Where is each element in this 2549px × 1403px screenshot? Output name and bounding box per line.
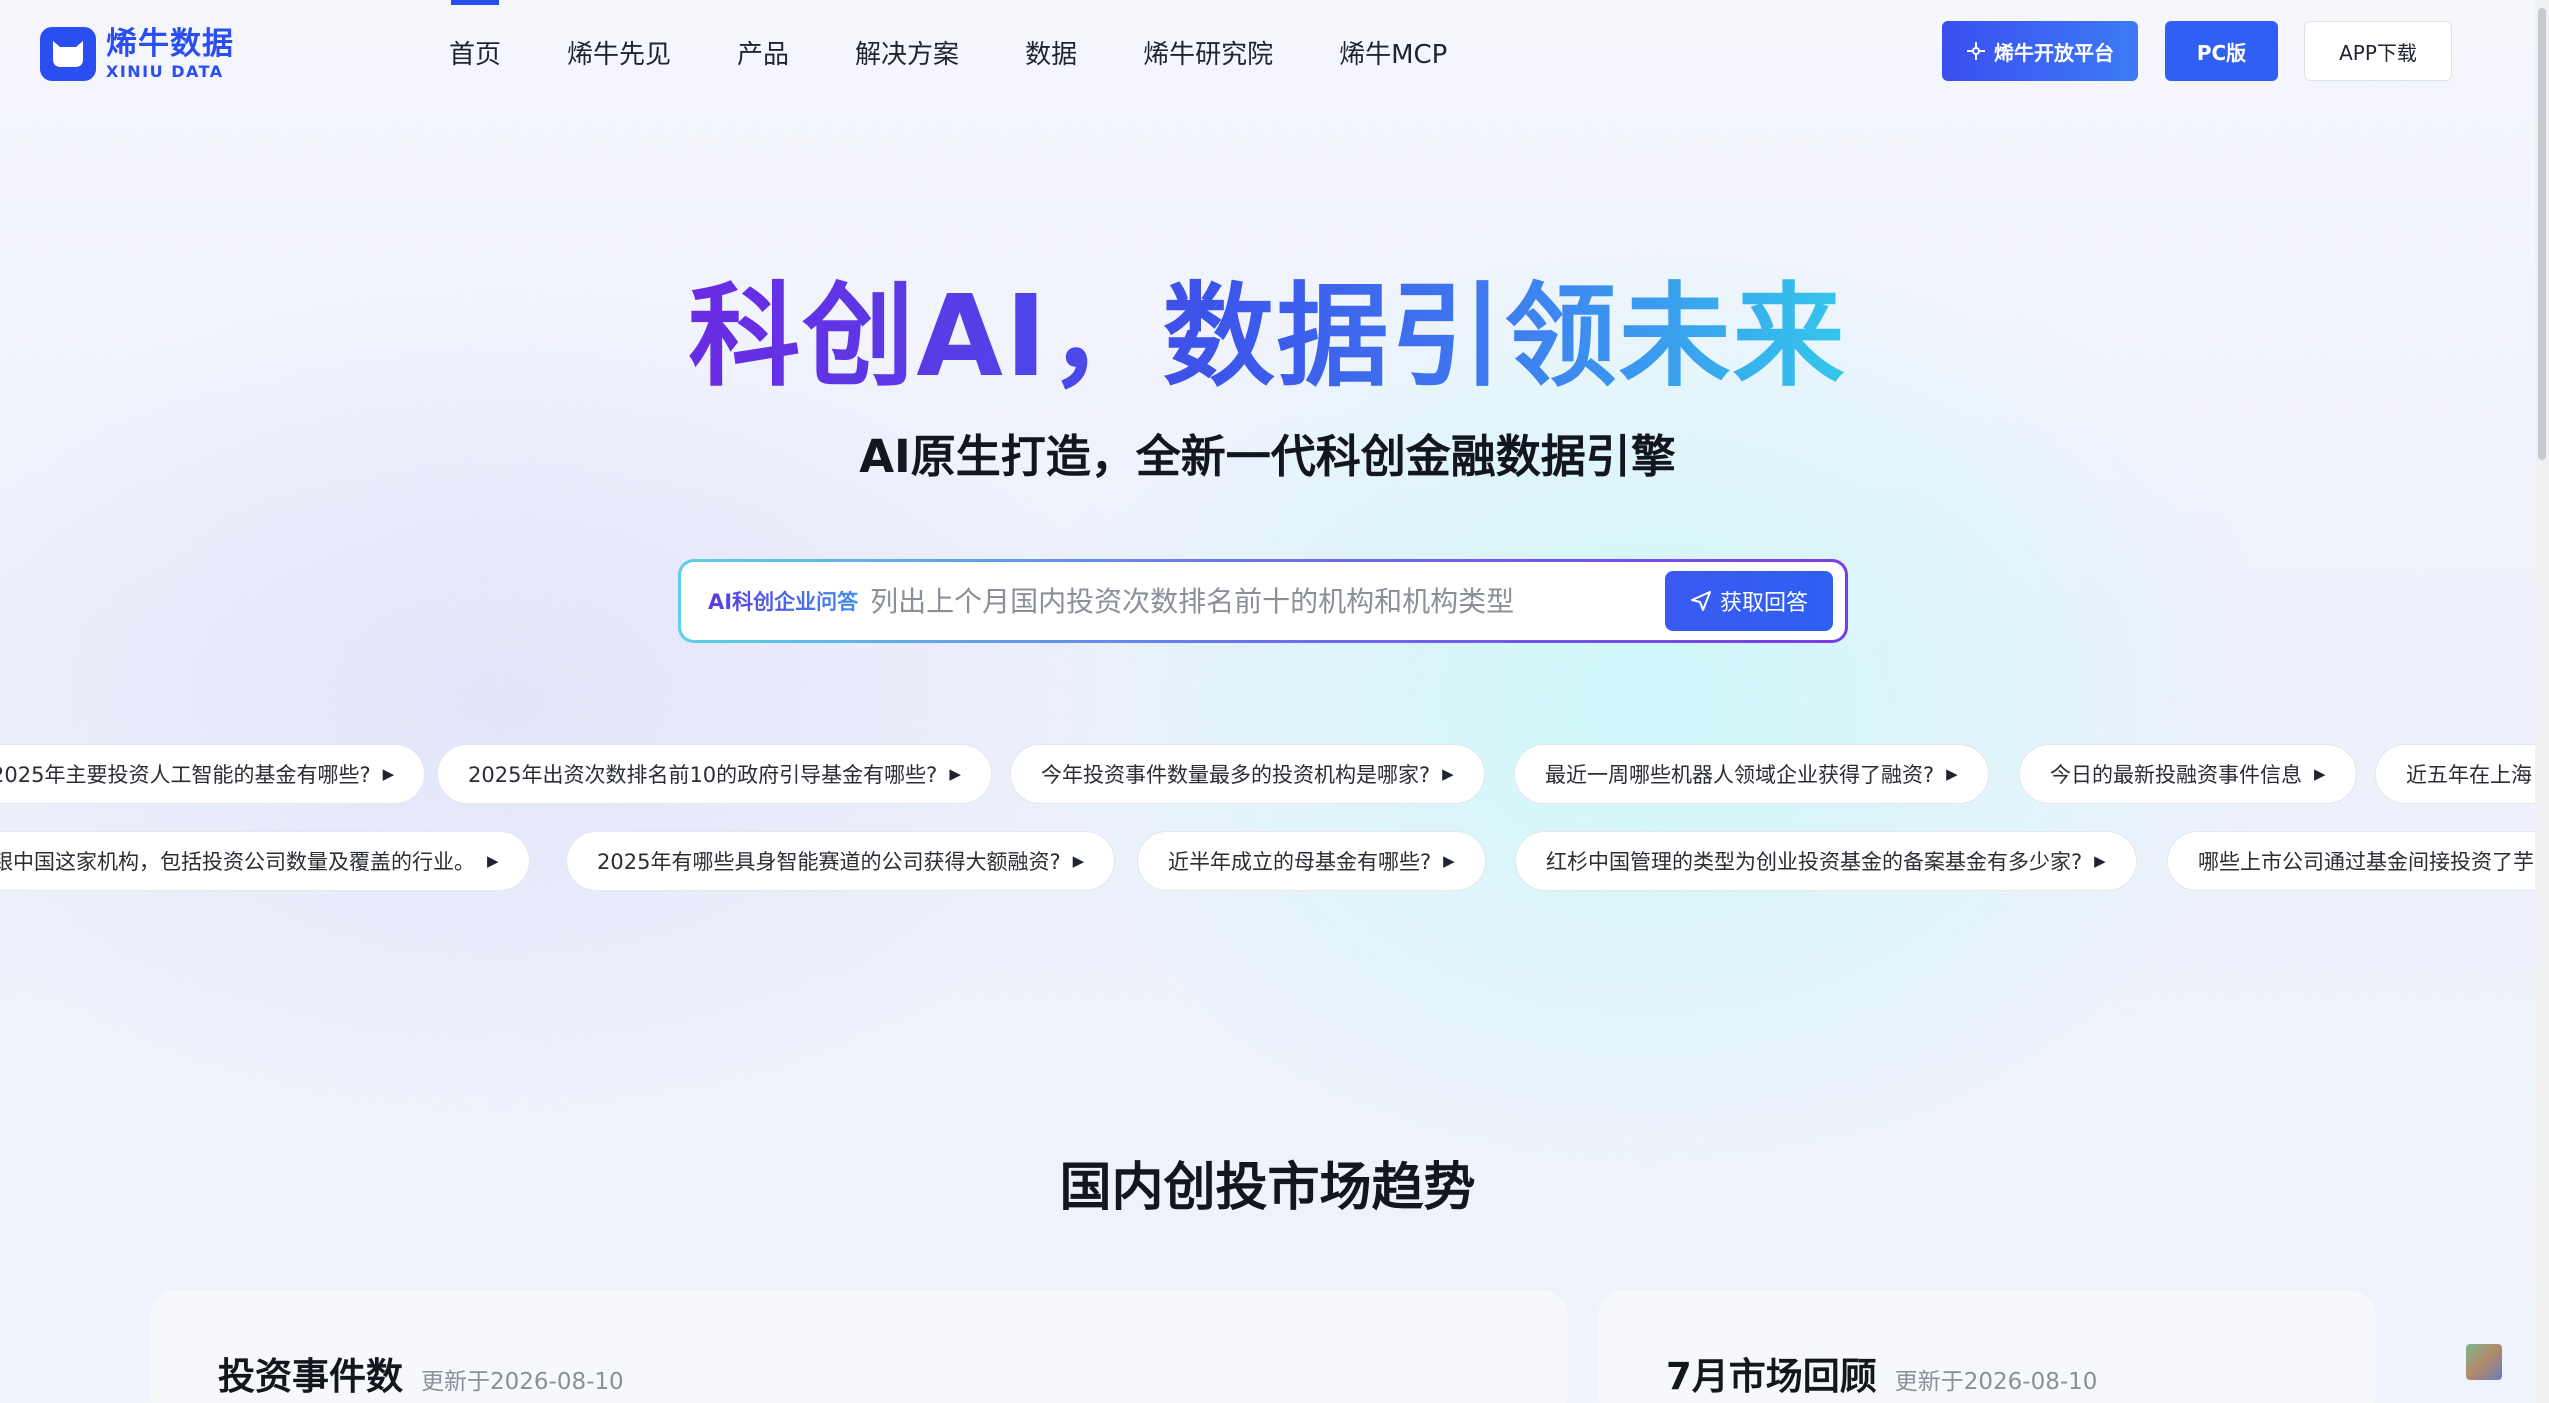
floating-widget-icon[interactable] <box>2466 1344 2502 1380</box>
ai-search-box: AI科创企业问答 获取回答 <box>678 559 1848 643</box>
nav-mcp[interactable]: 烯牛MCP <box>1339 0 1447 104</box>
card-updated: 更新于2026-08-10 <box>1894 1369 2098 1395</box>
search-input[interactable] <box>870 576 1665 626</box>
suggestion-chip[interactable]: 近五年在上海▶ <box>2375 744 2535 804</box>
suggestion-chip[interactable]: 近半年成立的母基金有哪些? ▶ <box>1137 831 1486 891</box>
card-updated: 更新于2026-08-10 <box>421 1369 624 1395</box>
suggestion-chip[interactable]: 2025年主要投资人工智能的基金有哪些? ▶ <box>0 744 426 804</box>
nav-research-institute[interactable]: 烯牛研究院 <box>1143 0 1273 104</box>
app-download-button[interactable]: APP下载 <box>2304 21 2452 81</box>
nav-solutions[interactable]: 解决方案 <box>855 0 959 104</box>
section-title: 国内创投市场趋势 <box>1059 1158 1476 1218</box>
play-icon: ▶ <box>1946 765 1958 783</box>
network-icon <box>1967 42 1985 60</box>
brand-name-en: XINIU DATA <box>106 61 224 81</box>
suggestion-chip[interactable]: 红杉中国管理的类型为创业投资基金的备案基金有多少家? ▶ <box>1515 831 2137 891</box>
play-icon: ▶ <box>949 765 961 783</box>
main-nav: 首页 烯牛先见 产品 解决方案 数据 烯牛研究院 烯牛MCP <box>449 0 1513 104</box>
play-icon: ▶ <box>1443 852 1455 870</box>
play-icon: ▶ <box>2314 765 2326 783</box>
nav-xiniu-insight[interactable]: 烯牛先见 <box>567 0 671 104</box>
suggestion-chip[interactable]: 哪些上市公司通过基金间接投资了芋▶ <box>2167 831 2535 891</box>
open-platform-label: 烯牛开放平台 <box>1994 40 2114 65</box>
top-header: 烯牛数据 XINIU DATA 首页 烯牛先见 产品 解决方案 数据 烯牛研究院… <box>0 0 2535 104</box>
suggestion-chip[interactable]: 今日的最新投融资事件信息 ▶ <box>2019 744 2357 804</box>
send-icon <box>1690 591 1711 611</box>
pc-version-button[interactable]: PC版 <box>2165 21 2278 81</box>
play-icon: ▶ <box>487 852 499 870</box>
search-mode-tag[interactable]: AI科创企业问答 <box>708 586 858 616</box>
suggestion-chip[interactable]: 2025年出资次数排名前10的政府引导基金有哪些? ▶ <box>437 744 992 804</box>
brand-logo[interactable]: 烯牛数据 XINIU DATA <box>40 27 234 81</box>
card-title: 7月市场回顾 <box>1666 1355 1877 1398</box>
page-scrollbar[interactable] <box>2535 0 2549 1403</box>
suggestion-row-1: 2025年主要投资人工智能的基金有哪些? ▶ 2025年出资次数排名前10的政府引… <box>0 744 2535 806</box>
nav-home[interactable]: 首页 <box>449 0 501 104</box>
suggestion-chip[interactable]: 今年投资事件数量最多的投资机构是哪家? ▶ <box>1010 744 1485 804</box>
get-answer-label: 获取回答 <box>1719 591 1808 616</box>
play-icon: ▶ <box>1072 852 1085 870</box>
hero-title: 科创AI，数据引领未来 <box>688 272 1847 402</box>
open-platform-button[interactable]: 烯牛开放平台 <box>1942 21 2138 81</box>
play-icon: ▶ <box>1442 765 1454 783</box>
play-icon: ▶ <box>2094 852 2106 870</box>
card-title: 投资事件数 <box>218 1355 403 1398</box>
get-answer-button[interactable]: 获取回答 <box>1665 571 1833 631</box>
brand-name-cn: 烯牛数据 <box>106 25 234 62</box>
suggestion-chip[interactable]: 2025年有哪些具身智能赛道的公司获得大额融资? ▶ <box>566 831 1116 891</box>
scrollbar-thumb[interactable] <box>2538 8 2546 460</box>
market-review-card: 7月市场回顾 更新于2026-08-10 <box>1598 1290 2376 1403</box>
play-icon: ▶ <box>382 765 395 783</box>
suggestion-chip[interactable]: 最近一周哪些机器人领域企业获得了融资? ▶ <box>1514 744 1989 804</box>
suggestion-chip[interactable]: 软银中国这家机构，包括投资公司数量及覆盖的行业。 ▶ <box>0 831 530 891</box>
nav-products[interactable]: 产品 <box>737 0 789 104</box>
investment-events-card: 投资事件数 更新于2026-08-10 <box>150 1290 1568 1403</box>
logo-mark-icon <box>40 27 96 81</box>
suggestion-row-2: 软银中国这家机构，包括投资公司数量及覆盖的行业。 ▶ 2025年有哪些具身智能赛道… <box>0 831 2535 893</box>
hero-subtitle: AI原生打造，全新一代科创金融数据引擎 <box>859 430 1676 483</box>
nav-data[interactable]: 数据 <box>1025 0 1077 104</box>
